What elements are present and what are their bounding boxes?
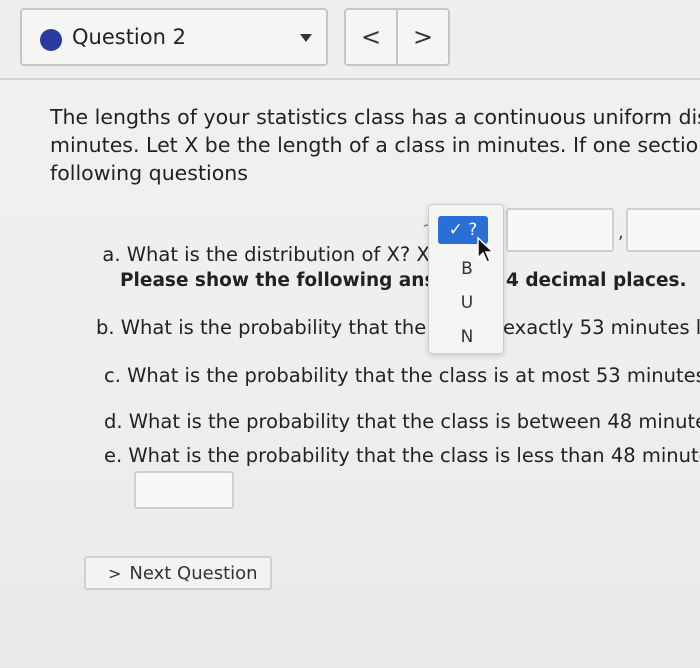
dropdown-option-n[interactable]: N — [429, 327, 505, 347]
answer-input[interactable] — [134, 471, 234, 509]
caret-down-icon — [300, 34, 312, 42]
next-question-label: Next Question — [129, 562, 258, 584]
part-b-text-right: exactly 53 minutes l — [503, 316, 700, 339]
instruction-text-right: 4 decimal places. — [506, 270, 687, 291]
dropdown-option-u[interactable]: U — [429, 293, 505, 313]
question-dropdown[interactable]: Question 2 — [20, 8, 328, 66]
chevron-right-icon: > — [108, 563, 122, 583]
previous-question-button[interactable]: < — [346, 10, 396, 64]
next-question-button[interactable]: > Next Question — [84, 556, 272, 590]
part-b-text-left: b. What is the probability that the — [96, 316, 427, 339]
distribution-param-1-input[interactable] — [506, 208, 614, 252]
part-d-text: d. What is the probability that the clas… — [104, 410, 700, 433]
part-a-label: a. What is the distribution of X? X — [102, 243, 430, 266]
question-header: Question 2 < > — [0, 0, 700, 80]
next-question-arrow-button[interactable]: > — [396, 10, 448, 64]
distribution-dropdown-menu: ✓ ? B U N — [428, 204, 504, 354]
part-e-text: e. What is the probability that the clas… — [104, 444, 700, 467]
question-label: Question 2 — [72, 25, 186, 49]
part-a-text: a. What is the distribution of X? X — [90, 220, 430, 266]
part-c-text: c. What is the probability that the clas… — [104, 364, 700, 387]
intro-line-3: following questions — [50, 161, 248, 185]
mouse-pointer-icon — [477, 236, 495, 263]
intro-line-2: minutes. Let X be the length of a class … — [50, 133, 700, 157]
question-status-dot-icon — [40, 29, 62, 51]
question-nav: < > — [344, 8, 450, 66]
param-separator: , — [618, 222, 624, 243]
intro-line-1: The lengths of your statistics class has… — [50, 105, 700, 129]
distribution-param-2-input[interactable] — [626, 208, 700, 252]
instruction-text-left: Please show the following ansv — [120, 270, 448, 291]
problem-intro: The lengths of your statistics class has… — [50, 103, 700, 187]
